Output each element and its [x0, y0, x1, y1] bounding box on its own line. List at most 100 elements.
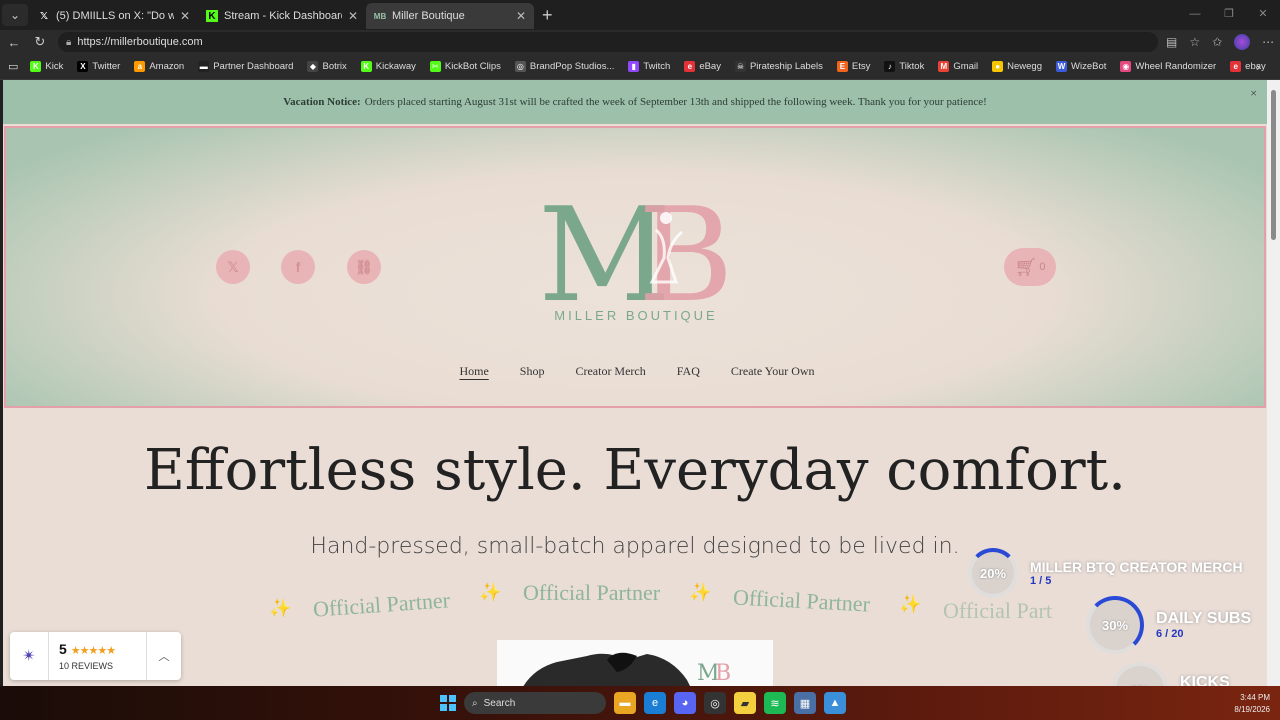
bookmark-newegg[interactable]: ● Newegg: [992, 61, 1042, 72]
bookmark-label: eBay: [699, 61, 721, 72]
bookmark-label: Amazon: [149, 61, 185, 72]
sparkle-icon: ✨: [479, 582, 502, 602]
photos-icon[interactable]: ▲: [824, 692, 846, 714]
reader-icon[interactable]: ▤: [1166, 35, 1177, 49]
ballerina-head: [660, 212, 672, 224]
more-menu-icon[interactable]: ⋯: [1262, 35, 1274, 49]
edge-icon[interactable]: e: [644, 692, 666, 714]
profile-avatar[interactable]: [1234, 34, 1251, 50]
miller-boutique-logo[interactable]: M B: [536, 188, 736, 328]
tab-kick-dashboard[interactable]: K Stream - Kick Dashboard ✕: [198, 3, 366, 29]
scrollbar-thumb[interactable]: [1271, 90, 1276, 240]
bookmark-wheel-randomizer[interactable]: ◉ Wheel Randomizer: [1120, 61, 1216, 72]
file-explorer-icon[interactable]: ▬: [614, 692, 636, 714]
nav-create-your-own[interactable]: Create Your Own: [731, 364, 815, 379]
bookmark-label: Partner Dashboard: [213, 61, 294, 72]
spotify-icon[interactable]: ≋: [764, 692, 786, 714]
bookmarks-folder-icon[interactable]: ▭: [8, 60, 18, 73]
nav-faq[interactable]: FAQ: [677, 364, 700, 379]
url-field[interactable]: 🔒︎ https://millerboutique.com: [58, 32, 1158, 52]
bookmark-tiktok[interactable]: ♪ Tiktok: [884, 61, 924, 72]
refresh-icon[interactable]: ↻: [28, 34, 52, 50]
favorite-star-icon[interactable]: ☆: [1189, 35, 1200, 49]
bookmark-icon: ☠: [734, 61, 746, 72]
bookmarks-overflow-icon[interactable]: ›: [1256, 60, 1260, 74]
bookmark-label: KickBot Clips: [444, 61, 501, 72]
discord-icon[interactable]: ◕: [674, 692, 696, 714]
close-icon[interactable]: ✕: [348, 9, 358, 23]
new-tab-icon[interactable]: +: [542, 5, 553, 26]
page-scrollbar[interactable]: [1267, 80, 1280, 686]
nav-shop[interactable]: Shop: [520, 364, 545, 379]
bookmark-kickaway[interactable]: K Kickaway: [360, 61, 416, 72]
bookmark-partner-dashboard[interactable]: ▬ Partner Dashboard: [198, 61, 293, 72]
x-social-icon[interactable]: 𝕏: [216, 250, 250, 284]
bookmark-kickbot-clips[interactable]: ✂ KickBot Clips: [429, 61, 501, 72]
bookmark-label: Kickaway: [375, 61, 416, 72]
chevron-up-icon[interactable]: ︿: [147, 648, 181, 664]
bookmark-pirateship-labels[interactable]: ☠ Pirateship Labels: [734, 61, 823, 72]
obs-icon[interactable]: ◎: [704, 692, 726, 714]
cart-count: 0: [1039, 261, 1046, 273]
marquee-item: Official Partner: [523, 580, 661, 605]
sticky-notes-icon[interactable]: ▰: [734, 692, 756, 714]
nav-creator-merch[interactable]: Creator Merch: [575, 364, 645, 379]
bookmark-icon: ◎: [514, 61, 526, 72]
bookmark-icon: ◉: [1120, 61, 1132, 72]
system-clock[interactable]: 3:44 PM 8/19/2026: [1234, 692, 1270, 716]
hero-title: Effortless style. Everyday comfort.: [144, 438, 1126, 503]
sparkle-icon: ✨: [689, 582, 712, 602]
close-window-icon[interactable]: ✕: [1246, 0, 1280, 30]
clock-time: 3:44 PM: [1240, 693, 1270, 702]
minimize-icon[interactable]: —: [1178, 0, 1212, 30]
bookmark-gmail[interactable]: M Gmail: [938, 61, 978, 72]
review-stars: ★★★★★: [70, 645, 116, 657]
marquee-item: Official Partner: [732, 584, 871, 617]
search-icon: ⌕: [472, 697, 478, 709]
bookmark-twitch[interactable]: ▮ Twitch: [628, 61, 670, 72]
bookmark-wizebot[interactable]: W WizeBot: [1056, 61, 1106, 72]
bookmark-twitter[interactable]: X Twitter: [77, 61, 120, 72]
tab-title: Stream - Kick Dashboard: [224, 10, 342, 22]
sparkle-icon: ✨: [269, 598, 292, 618]
tab-title: Miller Boutique: [392, 10, 465, 22]
bookmark-label: Tiktok: [899, 61, 925, 72]
taskbar-search[interactable]: ⌕ Search: [464, 692, 606, 714]
restore-icon[interactable]: ❐: [1212, 0, 1246, 30]
nav-home[interactable]: Home: [459, 364, 488, 379]
bookmark-icon: ●: [992, 61, 1004, 72]
tab-twitter[interactable]: 𝕏 (5) DMIILLS on X: "Do we want to ✕: [30, 3, 198, 29]
logo-b: B: [638, 188, 734, 328]
bookmark-etsy[interactable]: E Etsy: [836, 61, 870, 72]
bookmark-icon: W: [1056, 61, 1067, 72]
bookmark-icon: K: [30, 61, 42, 72]
bookmark-ebay[interactable]: e ebay: [1230, 61, 1266, 72]
bookmark-kick[interactable]: K Kick: [30, 61, 63, 72]
hoodie-image: M B: [523, 652, 731, 686]
web-page: Vacation Notice: Orders placed starting …: [3, 80, 1267, 686]
close-icon[interactable]: ✕: [180, 9, 190, 23]
notice-close-icon[interactable]: ×: [1250, 86, 1257, 101]
bookmark-label: Wheel Randomizer: [1135, 61, 1217, 72]
reviews-widget[interactable]: ✴ 5 ★★★★★ 10 REVIEWS ︿: [10, 632, 181, 680]
windows-start-icon[interactable]: [440, 695, 456, 711]
favorites-icon[interactable]: ✩: [1212, 35, 1222, 49]
notice-text: Orders placed starting August 31st will …: [364, 96, 987, 108]
app-icon[interactable]: ▦: [794, 692, 816, 714]
bookmark-brandpop-studios[interactable]: ◎ BrandPop Studios...: [514, 61, 614, 72]
bookmark-icon: K: [360, 61, 372, 72]
link-icon[interactable]: ⛓: [347, 250, 381, 284]
tab-actions-menu-icon[interactable]: ⌄: [2, 4, 28, 26]
bookmark-botrix[interactable]: ◆ Botrix: [307, 61, 347, 72]
close-icon[interactable]: ✕: [516, 9, 526, 23]
bookmark-icon: ▮: [628, 61, 640, 72]
product-image[interactable]: M B: [497, 640, 773, 686]
back-icon[interactable]: ←: [2, 35, 26, 50]
site-header: 𝕏 f ⛓ M B MILLER BOUTIQUE 🛒︎ 0 Home Shop…: [4, 126, 1266, 408]
cart-button[interactable]: 🛒︎ 0: [1004, 248, 1056, 286]
bookmark-label: Twitch: [643, 61, 671, 72]
bookmark-amazon[interactable]: a Amazon: [134, 61, 184, 72]
bookmark-ebay[interactable]: e eBay: [684, 61, 721, 72]
tab-miller-boutique[interactable]: MB Miller Boutique ✕: [366, 3, 534, 29]
facebook-icon[interactable]: f: [281, 250, 315, 284]
